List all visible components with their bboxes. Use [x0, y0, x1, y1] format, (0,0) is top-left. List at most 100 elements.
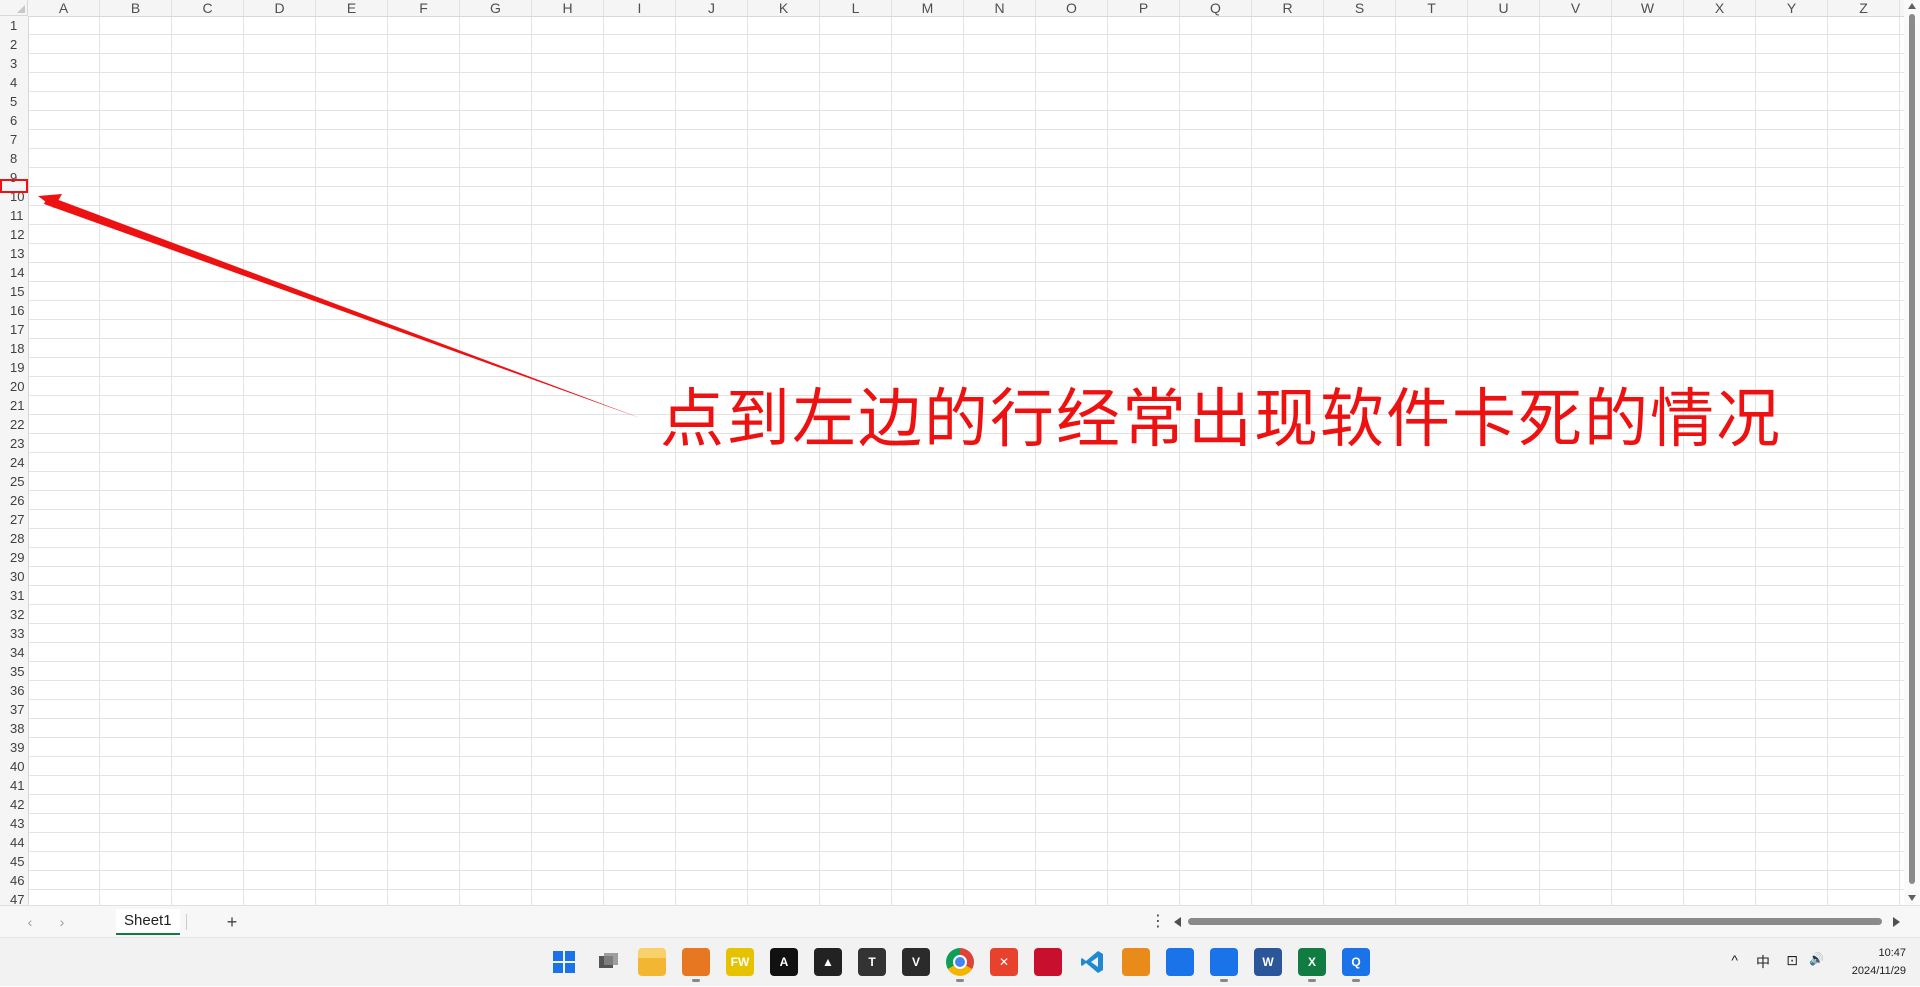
row-header-bar[interactable]: 1 2 3 4 5 6 7 8 9 10 11 12 13 14 15 16 17 18 19 20 21 22 23 24 2… [0, 16, 29, 905]
row-header-43[interactable]: 43 [0, 814, 28, 833]
v-app-icon[interactable]: V [902, 948, 930, 976]
sheet-tab-sheet1[interactable]: Sheet1 [116, 909, 180, 935]
column-header-k[interactable]: K [748, 0, 820, 16]
row-header-17[interactable]: 17 [0, 320, 28, 339]
row-header-9[interactable]: 9 [0, 168, 28, 187]
prev-sheet-button[interactable]: ‹ [20, 912, 40, 932]
column-header-x[interactable]: X [1684, 0, 1756, 16]
more-options-icon[interactable]: ⋮ [1150, 911, 1166, 931]
scroll-down-icon[interactable] [1908, 895, 1916, 901]
row-header-11[interactable]: 11 [0, 206, 28, 225]
task-view-icon[interactable] [594, 948, 622, 976]
column-header-o[interactable]: O [1036, 0, 1108, 16]
column-header-h[interactable]: H [532, 0, 604, 16]
clock[interactable]: 10:47 2024/11/29 [1852, 944, 1906, 980]
column-header-j[interactable]: J [676, 0, 748, 16]
column-header-g[interactable]: G [460, 0, 532, 16]
pdf-icon[interactable] [1034, 948, 1062, 976]
scroll-left-icon[interactable] [1174, 917, 1181, 927]
word-icon[interactable]: W [1254, 948, 1282, 976]
row-header-35[interactable]: 35 [0, 662, 28, 681]
column-header-d[interactable]: D [244, 0, 316, 16]
row-header-41[interactable]: 41 [0, 776, 28, 795]
file-explorer-icon[interactable] [638, 948, 666, 976]
row-header-3[interactable]: 3 [0, 54, 28, 73]
row-header-8[interactable]: 8 [0, 149, 28, 168]
column-header-t[interactable]: T [1396, 0, 1468, 16]
scroll-right-icon[interactable] [1893, 917, 1900, 927]
row-header-38[interactable]: 38 [0, 719, 28, 738]
volume-icon[interactable]: 🔊 [1809, 952, 1824, 966]
horizontal-scroll-thumb[interactable] [1188, 918, 1882, 925]
row-header-42[interactable]: 42 [0, 795, 28, 814]
cell-grid[interactable] [28, 16, 1904, 905]
column-header-a[interactable]: A [28, 0, 100, 16]
column-header-y[interactable]: Y [1756, 0, 1828, 16]
row-header-30[interactable]: 30 [0, 567, 28, 586]
row-header-19[interactable]: 19 [0, 358, 28, 377]
scroll-up-icon[interactable] [1908, 3, 1916, 9]
column-header-s[interactable]: S [1324, 0, 1396, 16]
row-header-25[interactable]: 25 [0, 472, 28, 491]
fw-app-icon[interactable]: FW [726, 948, 754, 976]
spreadsheet-grid[interactable]: ABCDEFGHIJKLMNOPQRSTUVWXYZ 1 2 3 4 5 6 7 8 9 10 11… [0, 0, 1920, 905]
row-header-20[interactable]: 20 [0, 377, 28, 396]
q-app-icon[interactable]: Q [1342, 948, 1370, 982]
column-header-bar[interactable]: ABCDEFGHIJKLMNOPQRSTUVWXYZ [0, 0, 1904, 17]
row-header-33[interactable]: 33 [0, 624, 28, 643]
ai-app-icon[interactable]: A [770, 948, 798, 976]
row-header-47[interactable]: 47 [0, 890, 28, 905]
row-header-23[interactable]: 23 [0, 434, 28, 453]
next-sheet-button[interactable]: › [52, 912, 72, 932]
column-header-w[interactable]: W [1612, 0, 1684, 16]
row-header-22[interactable]: 22 [0, 415, 28, 434]
row-header-12[interactable]: 12 [0, 225, 28, 244]
windows-start-icon[interactable] [550, 948, 578, 976]
row-header-4[interactable]: 4 [0, 73, 28, 92]
row-header-5[interactable]: 5 [0, 92, 28, 111]
excel-icon[interactable]: X [1298, 948, 1326, 982]
typora-icon[interactable]: T [858, 948, 886, 976]
column-header-e[interactable]: E [316, 0, 388, 16]
column-header-m[interactable]: M [892, 0, 964, 16]
row-header-7[interactable]: 7 [0, 130, 28, 149]
row-header-31[interactable]: 31 [0, 586, 28, 605]
select-all-corner[interactable] [0, 0, 28, 16]
vscode-icon[interactable] [1078, 948, 1106, 976]
chrome-icon[interactable] [946, 948, 974, 982]
window-app-icon[interactable] [1122, 948, 1150, 976]
column-header-c[interactable]: C [172, 0, 244, 16]
column-header-v[interactable]: V [1540, 0, 1612, 16]
row-header-32[interactable]: 32 [0, 605, 28, 624]
row-header-2[interactable]: 2 [0, 35, 28, 54]
row-header-36[interactable]: 36 [0, 681, 28, 700]
row-header-10[interactable]: 10 [0, 187, 28, 206]
network-icon[interactable]: ⊡ [1786, 952, 1798, 969]
row-header-13[interactable]: 13 [0, 244, 28, 263]
column-header-r[interactable]: R [1252, 0, 1324, 16]
column-header-f[interactable]: F [388, 0, 460, 16]
row-header-6[interactable]: 6 [0, 111, 28, 130]
row-header-46[interactable]: 46 [0, 871, 28, 890]
vertical-scrollbar[interactable] [1904, 0, 1920, 905]
search-app-icon[interactable] [682, 948, 710, 982]
row-header-34[interactable]: 34 [0, 643, 28, 662]
row-header-39[interactable]: 39 [0, 738, 28, 757]
tray-chevron-icon[interactable]: ^ [1731, 952, 1738, 968]
row-header-26[interactable]: 26 [0, 491, 28, 510]
column-header-i[interactable]: I [604, 0, 676, 16]
vertical-scroll-thumb[interactable] [1909, 14, 1915, 884]
row-header-15[interactable]: 15 [0, 282, 28, 301]
row-header-45[interactable]: 45 [0, 852, 28, 871]
row-header-16[interactable]: 16 [0, 301, 28, 320]
column-header-p[interactable]: P [1108, 0, 1180, 16]
horizontal-scrollbar[interactable] [1172, 916, 1902, 928]
row-header-1[interactable]: 1 [0, 16, 28, 35]
column-header-l[interactable]: L [820, 0, 892, 16]
column-header-n[interactable]: N [964, 0, 1036, 16]
row-header-18[interactable]: 18 [0, 339, 28, 358]
lark-2-icon[interactable] [1210, 948, 1238, 982]
column-header-z[interactable]: Z [1828, 0, 1900, 16]
x-app-icon[interactable]: ✕ [990, 948, 1018, 976]
add-sheet-button[interactable]: + [222, 910, 242, 934]
